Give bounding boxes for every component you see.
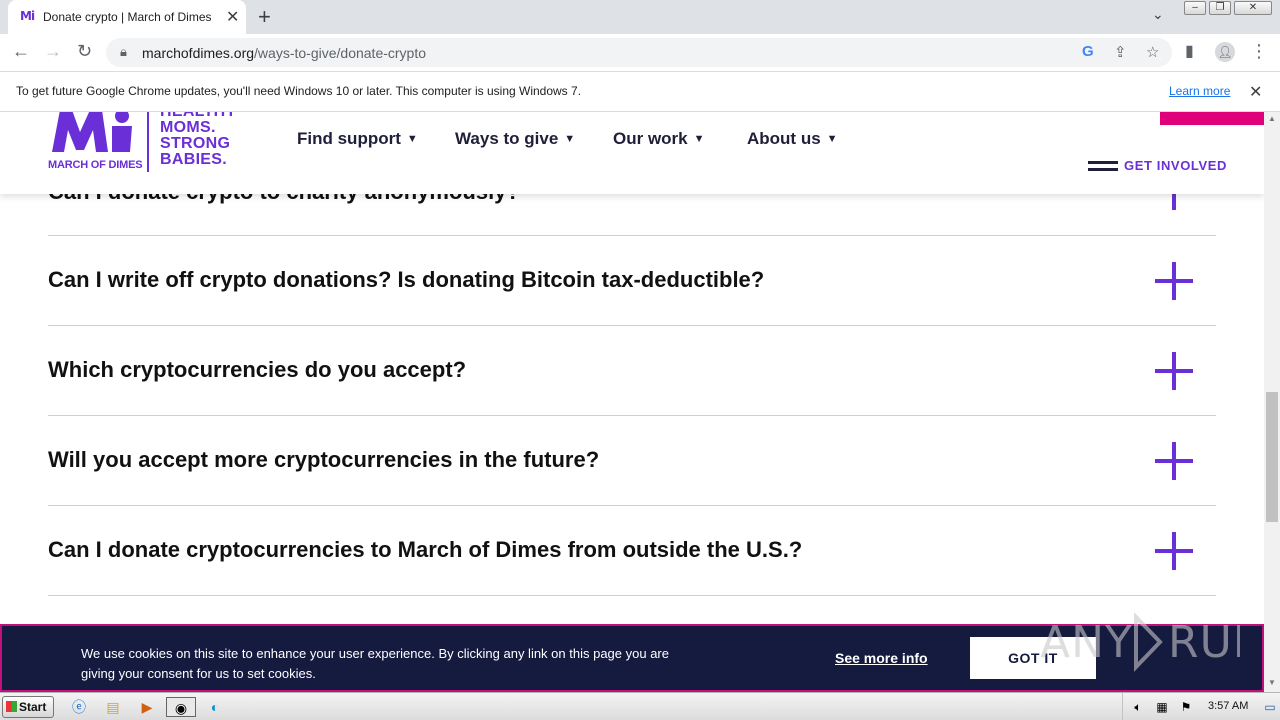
see-more-info-link[interactable]: See more info	[835, 650, 928, 666]
tab-search-chevron-icon[interactable]: ⌄	[1152, 6, 1164, 23]
nav-about-us[interactable]: About us ▼	[747, 129, 838, 149]
side-panel-icon[interactable]: ▮	[1185, 41, 1194, 61]
infobar-message: To get future Google Chrome updates, you…	[16, 84, 582, 98]
close-window-button[interactable]: ✕	[1234, 1, 1272, 15]
new-tab-plus-icon[interactable]: +	[258, 4, 271, 30]
maximize-button[interactable]: ❐	[1209, 1, 1231, 15]
infobar-close-icon[interactable]: ✕	[1249, 82, 1262, 102]
taskbar: Start ⓔ ▤ ▶ ◉ ◐ 🔈︎ ▦ ⚑ ▭ 3:57 AM	[0, 692, 1280, 720]
expand-plus-icon[interactable]	[1155, 262, 1193, 300]
faq-item[interactable]: Can I donate cryptocurrencies to March o…	[48, 506, 1216, 596]
faq-question[interactable]: Can I donate cryptocurrencies to March o…	[48, 537, 802, 563]
faq-item[interactable]: Will you accept more cryptocurrencies in…	[48, 416, 1216, 506]
network-icon[interactable]: ▦	[1151, 697, 1173, 717]
tab-close-icon[interactable]: ✕	[226, 7, 239, 27]
faq-question[interactable]: Which cryptocurrencies do you accept?	[48, 357, 466, 383]
browser-toolbar: ← → ↻ 🔒︎ marchofdimes.org/ways-to-give/d…	[0, 34, 1280, 72]
tagline-line: MOMS.	[160, 119, 216, 136]
svg-text:RUN: RUN	[1168, 617, 1240, 668]
chevron-down-icon: ▼	[406, 133, 418, 145]
tab-strip: Mi Donate crypto | March of Dimes ✕ + ⌄ …	[0, 0, 1280, 34]
march-of-dimes-logo-icon[interactable]	[50, 112, 136, 156]
site-header: MARCH OF DIMES HEALTHY MOMS. STRONG BABI…	[0, 112, 1264, 194]
browser-tab[interactable]: Mi Donate crypto | March of Dimes ✕	[8, 0, 246, 34]
nav-label: Our work	[613, 129, 688, 148]
action-center-flag-icon[interactable]: ⚑	[1175, 697, 1197, 717]
chevron-down-icon: ▼	[826, 133, 838, 145]
minimize-button[interactable]: –	[1184, 1, 1206, 15]
menu-kebab-icon[interactable]: ⋮	[1250, 41, 1268, 62]
page-viewport: Can I donate crypto to charity anonymous…	[0, 112, 1264, 692]
start-button[interactable]: Start	[2, 696, 54, 718]
profile-avatar-icon[interactable]: 👤︎	[1215, 42, 1235, 62]
url-text[interactable]: marchofdimes.org/ways-to-give/donate-cry…	[142, 45, 426, 61]
scrollbar-thumb[interactable]	[1266, 392, 1278, 522]
faq-question[interactable]: Will you accept more cryptocurrencies in…	[48, 447, 599, 473]
page-scrollbar[interactable]: ▲ ▼	[1264, 112, 1280, 692]
tab-title: Donate crypto | March of Dimes	[43, 10, 212, 24]
show-desktop-icon[interactable]: ▭	[1259, 697, 1280, 717]
expand-plus-icon[interactable]	[1172, 194, 1176, 210]
share-icon[interactable]: ⇪	[1114, 43, 1127, 61]
expand-plus-icon[interactable]	[1155, 532, 1193, 570]
chevron-down-icon: ▼	[564, 133, 576, 145]
scroll-up-arrow-icon[interactable]: ▲	[1268, 114, 1276, 123]
learn-more-link[interactable]: Learn more	[1169, 84, 1230, 98]
internet-explorer-icon[interactable]: ⓔ	[68, 697, 90, 717]
nav-find-support[interactable]: Find support ▼	[297, 129, 418, 149]
cookie-message: We use cookies on this site to enhance y…	[81, 646, 669, 681]
brand-name[interactable]: MARCH OF DIMES	[48, 159, 143, 171]
clock[interactable]: 3:57 AM	[1208, 700, 1248, 712]
url-path: /ways-to-give/donate-crypto	[254, 45, 427, 61]
lock-icon[interactable]: 🔒︎	[120, 44, 127, 60]
start-label: Start	[19, 700, 47, 714]
expand-plus-icon[interactable]	[1155, 442, 1193, 480]
svg-text:ANY: ANY	[1040, 617, 1133, 668]
march-of-dimes-favicon-icon: Mi	[20, 9, 35, 23]
chevron-down-icon: ▼	[693, 133, 705, 145]
google-g-icon[interactable]: G	[1082, 43, 1094, 60]
nav-ways-to-give[interactable]: Ways to give ▼	[455, 129, 575, 149]
system-tray: 🔈︎ ▦ ⚑ ▭	[1122, 693, 1280, 720]
bookmark-star-icon[interactable]: ☆	[1146, 43, 1159, 61]
nav-label: Ways to give	[455, 129, 559, 148]
reload-icon[interactable]: ↻	[77, 41, 92, 62]
address-bar[interactable]: 🔒︎ marchofdimes.org/ways-to-give/donate-…	[106, 38, 1172, 67]
file-explorer-icon[interactable]: ▤	[102, 697, 124, 717]
get-involved-label: GET INVOLVED	[1124, 158, 1228, 173]
forward-arrow-icon[interactable]: →	[44, 41, 62, 62]
windows-flag-icon	[6, 701, 17, 712]
tagline-line: STRONG	[160, 135, 231, 152]
nav-label: Find support	[297, 129, 401, 148]
volume-icon[interactable]: 🔈︎	[1127, 697, 1149, 717]
nav-label: About us	[747, 129, 821, 148]
chrome-icon[interactable]: ◉	[166, 697, 196, 717]
logo-tagline: HEALTHY MOMS. STRONG BABIES.	[160, 112, 236, 168]
donate-button[interactable]	[1160, 112, 1264, 125]
nav-our-work[interactable]: Our work ▼	[613, 129, 705, 149]
hamburger-icon	[1088, 161, 1118, 171]
update-infobar: To get future Google Chrome updates, you…	[0, 72, 1280, 112]
tagline-line: BABIES.	[160, 151, 227, 168]
url-domain: marchofdimes.org	[142, 45, 255, 61]
faq-question[interactable]: Can I write off crypto donations? Is don…	[48, 267, 764, 293]
media-player-icon[interactable]: ▶	[136, 697, 158, 717]
back-arrow-icon[interactable]: ←	[12, 41, 30, 62]
anyrun-watermark: ANY RUN	[1040, 612, 1240, 672]
scroll-down-arrow-icon[interactable]: ▼	[1268, 678, 1276, 687]
faq-item[interactable]: Can I write off crypto donations? Is don…	[48, 236, 1216, 326]
edge-icon[interactable]: ◐	[204, 697, 226, 717]
faq-item[interactable]: Which cryptocurrencies do you accept?	[48, 326, 1216, 416]
expand-plus-icon[interactable]	[1155, 352, 1193, 390]
logo-divider	[147, 112, 149, 172]
